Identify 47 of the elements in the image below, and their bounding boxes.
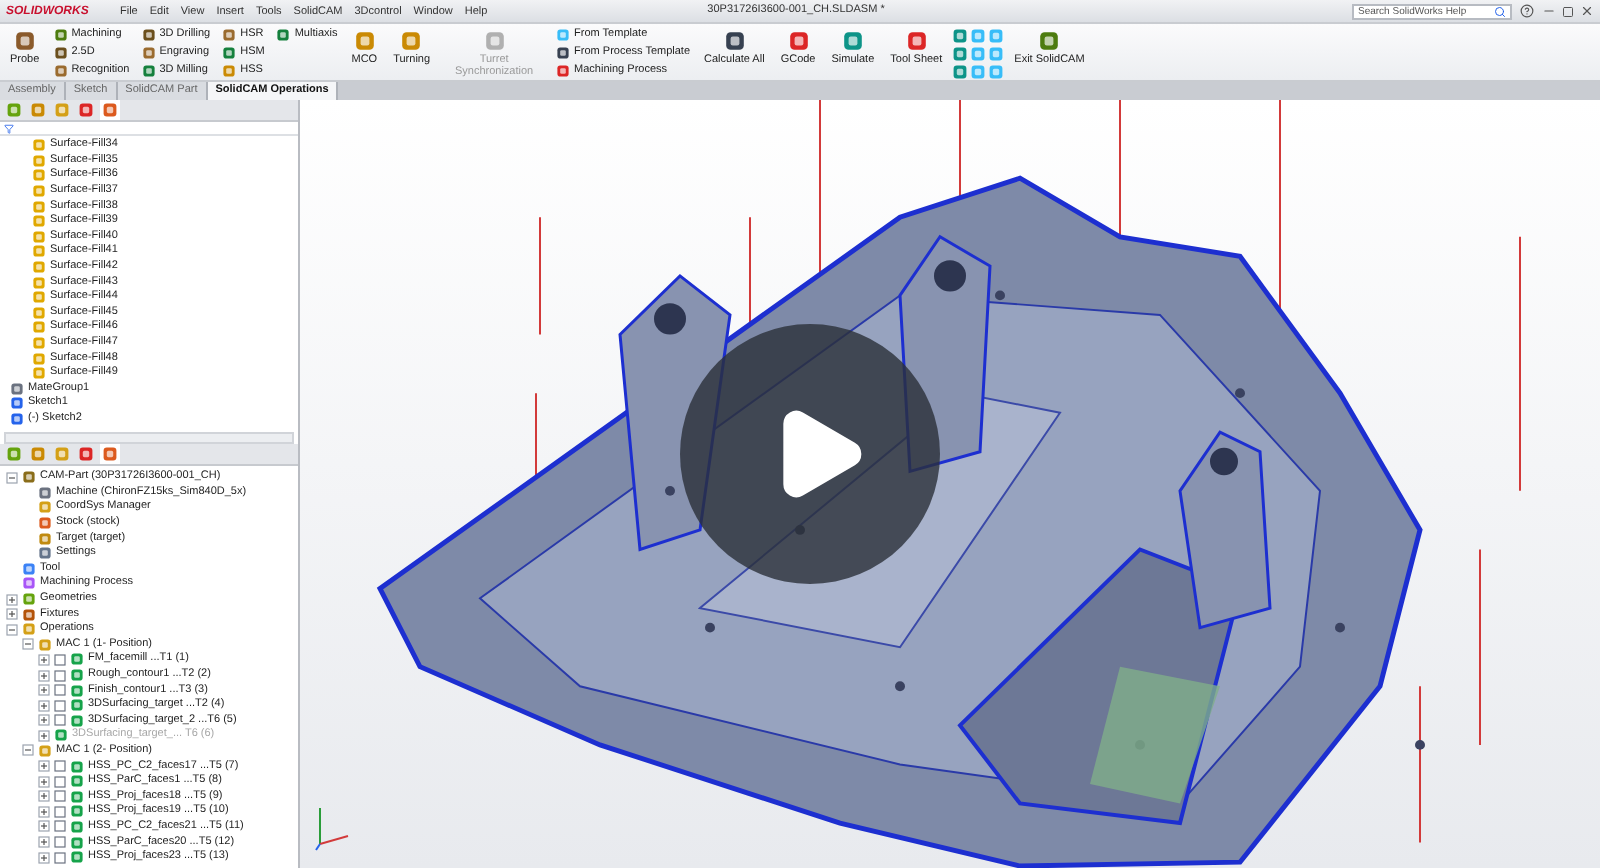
checkbox[interactable]	[54, 775, 66, 788]
search-icon[interactable]	[1494, 5, 1506, 17]
expander-icon[interactable]	[38, 760, 50, 773]
expander-icon[interactable]	[6, 623, 18, 636]
expander-icon[interactable]	[38, 836, 50, 849]
checkbox[interactable]	[54, 805, 66, 818]
checkbox[interactable]	[54, 714, 66, 727]
expander-icon[interactable]	[38, 699, 50, 712]
checkbox[interactable]	[54, 820, 66, 833]
tool-icon	[276, 28, 291, 42]
checkbox[interactable]	[54, 836, 66, 849]
help-icon[interactable]	[1520, 4, 1534, 18]
tool-icon	[483, 30, 506, 52]
checkbox[interactable]	[54, 760, 66, 773]
checkbox[interactable]	[54, 653, 66, 666]
tool-icon	[723, 30, 746, 52]
tool-icon	[353, 30, 376, 52]
tool-icon	[787, 30, 810, 52]
maximize-icon[interactable]	[1562, 5, 1574, 17]
checkbox[interactable]	[54, 851, 66, 864]
tool-icon	[841, 30, 864, 52]
expander-icon[interactable]	[38, 820, 50, 833]
expander-icon[interactable]	[6, 608, 18, 621]
expander-icon[interactable]	[6, 593, 18, 606]
expander-icon[interactable]	[38, 851, 50, 864]
expander-icon[interactable]	[22, 638, 34, 651]
tool-icon	[1038, 30, 1061, 52]
checkbox[interactable]	[54, 669, 66, 682]
tool-icon	[400, 30, 423, 52]
tool-icon	[905, 30, 928, 52]
checkbox[interactable]	[54, 684, 66, 697]
expander-icon[interactable]	[38, 669, 50, 682]
expander-icon[interactable]	[38, 805, 50, 818]
expander-icon[interactable]	[38, 714, 50, 727]
checkbox[interactable]	[54, 790, 66, 803]
close-icon[interactable]	[1580, 4, 1594, 18]
expander-icon[interactable]	[38, 775, 50, 788]
horizontal-scrollbar[interactable]	[4, 432, 294, 444]
expander-icon[interactable]	[38, 790, 50, 803]
expander-icon[interactable]	[22, 744, 34, 757]
filter-icon[interactable]	[4, 123, 14, 133]
expander-icon[interactable]	[38, 684, 50, 697]
expander-icon[interactable]	[38, 653, 50, 666]
expander-icon[interactable]	[6, 471, 18, 484]
tool-icon	[13, 30, 36, 52]
axis-triad-icon	[312, 804, 352, 852]
checkbox[interactable]	[54, 699, 66, 712]
